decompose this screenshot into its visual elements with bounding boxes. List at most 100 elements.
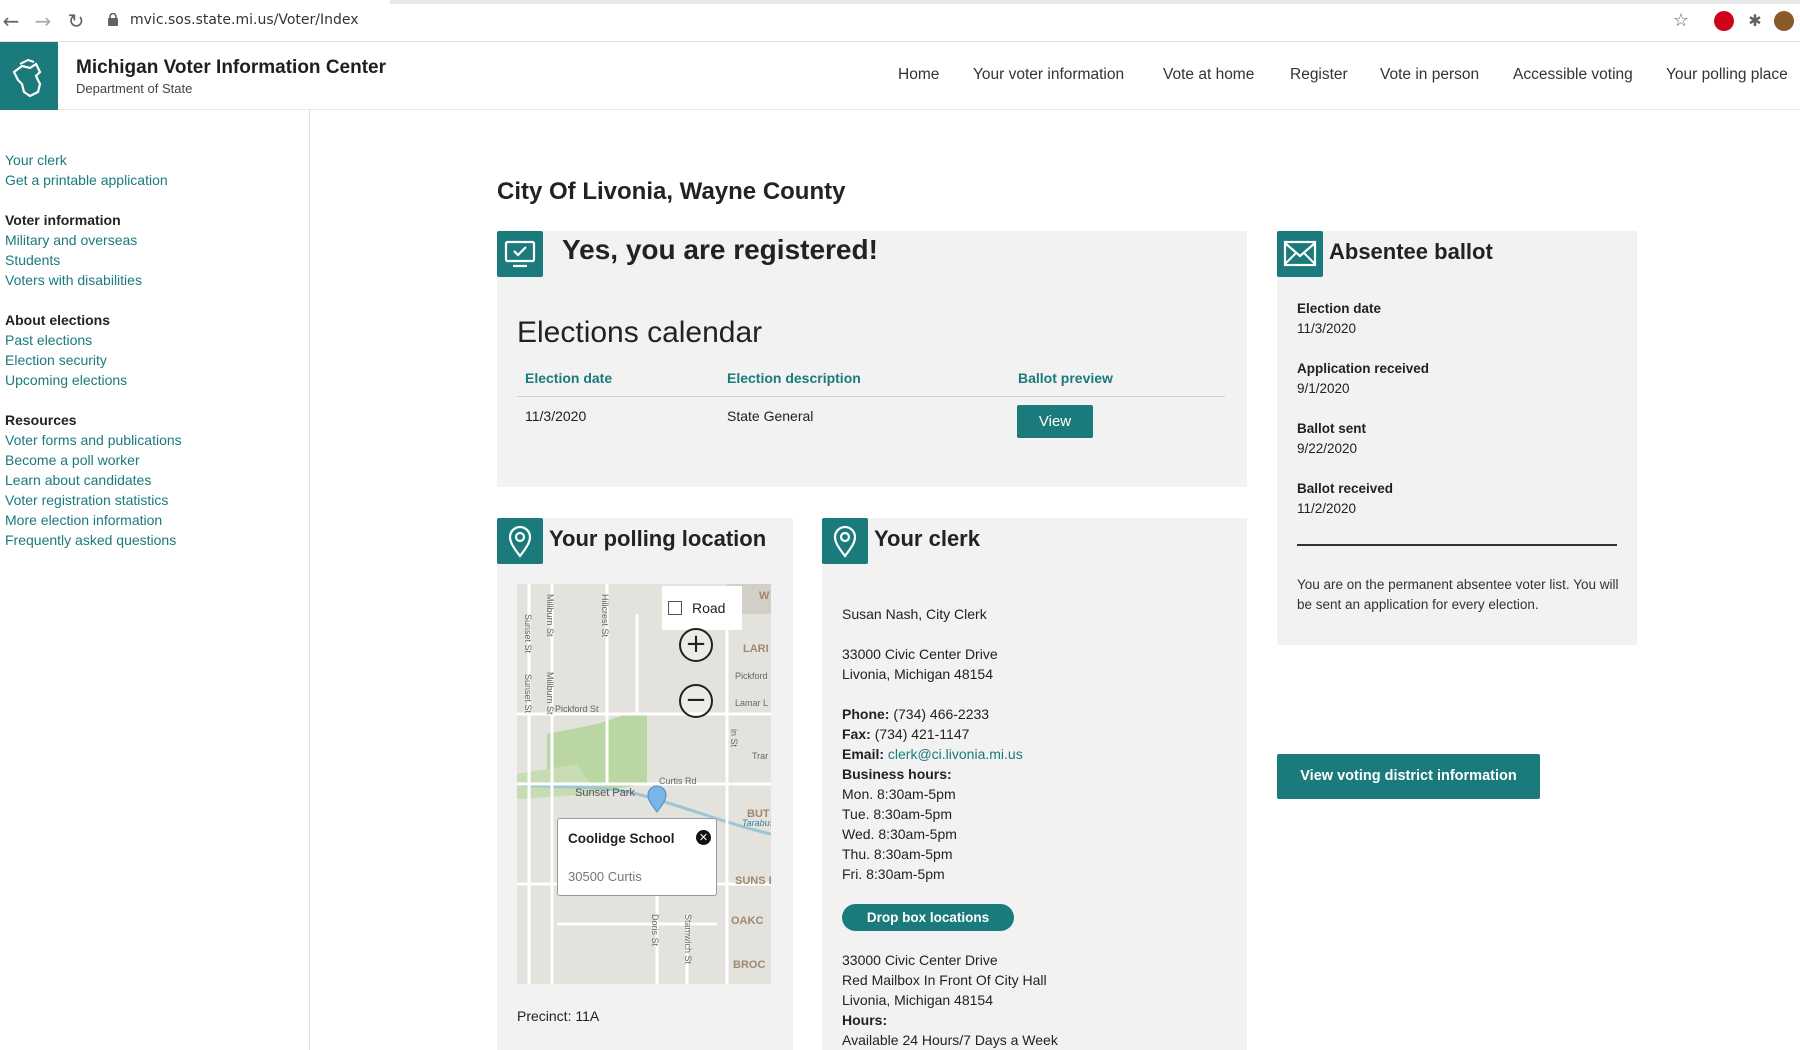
view-ballot-button[interactable]: View [1017, 405, 1093, 438]
sidebar-link[interactable]: Voter registration statistics [5, 490, 182, 510]
sidebar-link[interactable]: Past elections [5, 330, 127, 350]
nav-register[interactable]: Register [1290, 66, 1348, 84]
address-bar[interactable]: mvic.sos.state.mi.us/Voter/Index [130, 12, 359, 28]
polling-location-title: Your polling location [549, 526, 767, 551]
street-label: Trar [752, 751, 768, 761]
email-label: Email: [842, 746, 885, 762]
adblock-icon[interactable] [1714, 11, 1734, 31]
zoom-out-button[interactable]: − [679, 684, 713, 718]
table-divider [517, 396, 1225, 397]
nav-your-polling-place[interactable]: Your polling place [1666, 66, 1788, 84]
election-description-cell: State General [727, 408, 814, 424]
fax-label: Fax: [842, 726, 871, 742]
nav-accessible-voting[interactable]: Accessible voting [1513, 66, 1633, 84]
street-label: Sunset St [523, 674, 533, 714]
sidebar-group-voter-information: Voter information Military and overseas … [5, 210, 142, 290]
street-label: Doris St [650, 914, 660, 947]
sidebar-link[interactable]: Military and overseas [5, 230, 142, 250]
bookmark-star-icon[interactable]: ☆ [1670, 10, 1692, 32]
area-label: BUT [747, 808, 770, 820]
area-label: LARI [743, 643, 769, 655]
location-pin-icon [497, 518, 543, 564]
location-pin-icon [822, 518, 868, 564]
sidebar-link[interactable]: Election security [5, 350, 127, 370]
polling-place-address: 30500 Curtis [568, 869, 642, 884]
sidebar-link-printable-application[interactable]: Get a printable application [5, 170, 168, 190]
sidebar-link[interactable]: Learn about candidates [5, 470, 182, 490]
street-label: in St [729, 729, 739, 748]
hours-line: Thu. 8:30am-5pm [842, 846, 953, 862]
hours-line: Wed. 8:30am-5pm [842, 826, 957, 842]
area-label: BROC [733, 959, 765, 971]
map-streets: Sunset St Millburn St Hillcrest St Pickf… [517, 584, 771, 984]
absentee-ballot-card: Absentee ballot Election date 11/3/2020 … [1277, 231, 1637, 645]
extensions-icon[interactable]: ✱ [1744, 10, 1766, 32]
business-hours-heading: Business hours: [842, 766, 952, 782]
dropbox-hours-label: Hours: [842, 1012, 887, 1028]
dropbox-hours-value: Available 24 Hours/7 Days a Week [842, 1032, 1058, 1048]
column-header-election-date: Election date [525, 370, 613, 386]
clerk-phone: Phone: (734) 466-2233 [842, 706, 989, 722]
site-header: Michigan Voter Information Center Depart… [0, 42, 1800, 110]
sidebar-link[interactable]: Voter forms and publications [5, 430, 182, 450]
clerk-address-line: 33000 Civic Center Drive [842, 646, 998, 662]
dropbox-hours-heading: Hours: [842, 1012, 888, 1028]
absentee-label: Ballot sent [1297, 421, 1367, 436]
sidebar-group-about-elections: About elections Past elections Election … [5, 310, 127, 390]
sidebar-heading: Resources [5, 412, 77, 428]
sidebar-link[interactable]: Upcoming elections [5, 370, 127, 390]
hours-line: Mon. 8:30am-5pm [842, 786, 956, 802]
phone-value: (734) 466-2233 [893, 706, 990, 722]
map-type-road-button[interactable]: Road [662, 586, 742, 630]
street-label: Sunset St [523, 614, 533, 654]
back-icon[interactable]: ← [0, 10, 22, 32]
profile-avatar[interactable] [1774, 11, 1794, 31]
sidebar-link[interactable]: Students [5, 250, 142, 270]
polling-map[interactable]: Sunset St Millburn St Hillcrest St Pickf… [517, 584, 771, 984]
absentee-label: Application received [1297, 361, 1430, 376]
clerk-address-line: Livonia, Michigan 48154 [842, 666, 993, 682]
registration-status: Yes, you are registered! [562, 234, 878, 265]
nav-vote-at-home[interactable]: Vote at home [1163, 66, 1254, 84]
street-label: Millburn St [545, 672, 555, 715]
your-clerk-title: Your clerk [874, 526, 980, 551]
monitor-check-icon [497, 231, 543, 277]
sidebar-link[interactable]: Frequently asked questions [5, 530, 182, 550]
street-label: Stamwich St [683, 914, 693, 965]
column-header-election-description: Election description [727, 370, 861, 386]
sidebar-link-your-clerk[interactable]: Your clerk [5, 150, 168, 170]
view-voting-district-button[interactable]: View voting district information [1277, 754, 1540, 799]
sidebar-link[interactable]: Voters with disabilities [5, 270, 142, 290]
phone-label: Phone: [842, 706, 890, 722]
permanent-absentee-note: You are on the permanent absentee voter … [1297, 577, 1619, 612]
close-popup-icon[interactable]: ✕ [696, 830, 711, 845]
clerk-email-link[interactable]: clerk@ci.livonia.mi.us [888, 746, 1023, 762]
area-label: SUNS ES [735, 875, 771, 887]
forward-icon[interactable]: → [32, 10, 54, 32]
nav-your-voter-information[interactable]: Your voter information [973, 66, 1124, 84]
absentee-value: 9/22/2020 [1297, 441, 1358, 456]
sidebar-heading: About elections [5, 312, 111, 328]
street-label: Lamar L [735, 698, 768, 708]
sidebar-heading: Voter information [5, 212, 121, 228]
clerk-fax: Fax: (734) 421-1147 [842, 726, 969, 742]
lock-icon [108, 13, 118, 26]
elections-calendar-title: Elections calendar [517, 316, 763, 349]
sidebar-top-links: Your clerk Get a printable application [5, 150, 168, 190]
absentee-value: 9/1/2020 [1297, 381, 1350, 396]
map-type-label: Road [692, 600, 726, 616]
nav-vote-in-person[interactable]: Vote in person [1380, 66, 1479, 84]
sidebar-link[interactable]: More election information [5, 510, 182, 530]
street-label: Hillcrest St [600, 594, 610, 638]
polling-location-card: Your polling location Sunset St Millburn… [497, 518, 793, 1050]
browser-toolbar: ← → ↻ mvic.sos.state.mi.us/Voter/Index ☆… [0, 0, 1800, 42]
business-hours-label: Business hours: [842, 766, 952, 782]
drop-box-locations-button[interactable]: Drop box locations [842, 904, 1014, 931]
street-label: Pickford St [555, 704, 599, 714]
zoom-in-button[interactable]: + [679, 628, 713, 662]
nav-home[interactable]: Home [898, 66, 939, 84]
absentee-value: 11/3/2020 [1297, 321, 1357, 336]
reload-icon[interactable]: ↻ [65, 10, 87, 32]
absentee-ballot-title: Absentee ballot [1329, 239, 1493, 264]
sidebar-link[interactable]: Become a poll worker [5, 450, 182, 470]
